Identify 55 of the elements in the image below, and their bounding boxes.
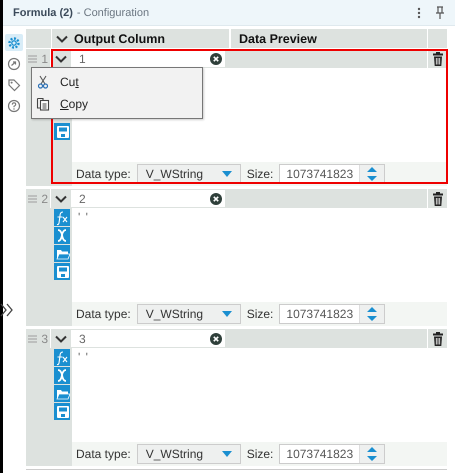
save-icon[interactable]: [54, 263, 70, 280]
more-options-icon[interactable]: [417, 6, 421, 18]
output-column-field[interactable]: 1: [71, 50, 225, 67]
copy-icon: [36, 97, 50, 111]
expression-editor[interactable]: ' ': [72, 208, 447, 302]
row-number: 3: [41, 332, 48, 346]
trash-icon[interactable]: [432, 192, 444, 206]
size-label: Size:: [246, 307, 274, 321]
clear-icon[interactable]: [210, 192, 222, 204]
data-type-label: Data type:: [76, 447, 131, 461]
save-icon[interactable]: [54, 123, 70, 140]
expression-editor[interactable]: ' ': [72, 348, 447, 442]
trash-icon[interactable]: [432, 52, 444, 66]
chevron-down-icon[interactable]: [56, 34, 68, 42]
save-icon[interactable]: [54, 403, 70, 420]
menu-item[interactable]: Cut: [32, 71, 202, 93]
size-spinner[interactable]: 1073741823: [279, 304, 386, 324]
size-spinner[interactable]: 1073741823: [279, 164, 386, 184]
size-label: Size:: [246, 447, 274, 461]
data-type-dropdown[interactable]: V_WString: [136, 304, 241, 324]
dropdown-arrow-icon: [222, 311, 232, 317]
scissors-icon: [36, 75, 50, 89]
output-column-field[interactable]: 2: [71, 190, 225, 207]
data-type-label: Data type:: [76, 307, 131, 321]
drag-handle-icon[interactable]: [28, 54, 37, 62]
size-label: Size:: [246, 167, 274, 181]
dropdown-arrow-icon: [222, 451, 232, 457]
drag-handle-icon[interactable]: [28, 334, 37, 342]
expand-icon[interactable]: [0, 303, 14, 317]
chevron-down-icon[interactable]: [55, 334, 67, 342]
tag-icon[interactable]: [7, 78, 21, 92]
data-type-dropdown[interactable]: V_WString: [136, 444, 241, 464]
column-header: Output Column: [72, 29, 231, 48]
column-header: Data Preview: [238, 32, 318, 46]
row-number: 1: [41, 52, 48, 66]
data-type-dropdown[interactable]: V_WString: [136, 164, 241, 184]
drag-handle-icon[interactable]: [28, 194, 37, 202]
clear-icon[interactable]: [210, 332, 222, 344]
output-column-field[interactable]: 3: [71, 330, 225, 347]
formula-icon[interactable]: [54, 349, 70, 366]
chevron-down-icon[interactable]: [55, 194, 67, 202]
dropdown-arrow-icon: [222, 171, 232, 177]
gear-icon[interactable]: [7, 36, 21, 50]
panel-subtitle: - Configuration: [76, 6, 150, 18]
help-icon[interactable]: [7, 98, 21, 112]
clear-icon[interactable]: [210, 52, 222, 64]
data-type-label: Data type:: [76, 167, 131, 181]
menu-item[interactable]: Copy: [32, 93, 202, 115]
panel-title: Formula (2): [13, 6, 73, 18]
chevron-down-icon[interactable]: [55, 54, 67, 62]
size-spinner[interactable]: 1073741823: [279, 444, 386, 464]
formula-icon[interactable]: [54, 209, 70, 226]
pin-icon[interactable]: [435, 6, 445, 19]
row-number: 2: [41, 192, 48, 206]
trash-icon[interactable]: [432, 332, 444, 346]
